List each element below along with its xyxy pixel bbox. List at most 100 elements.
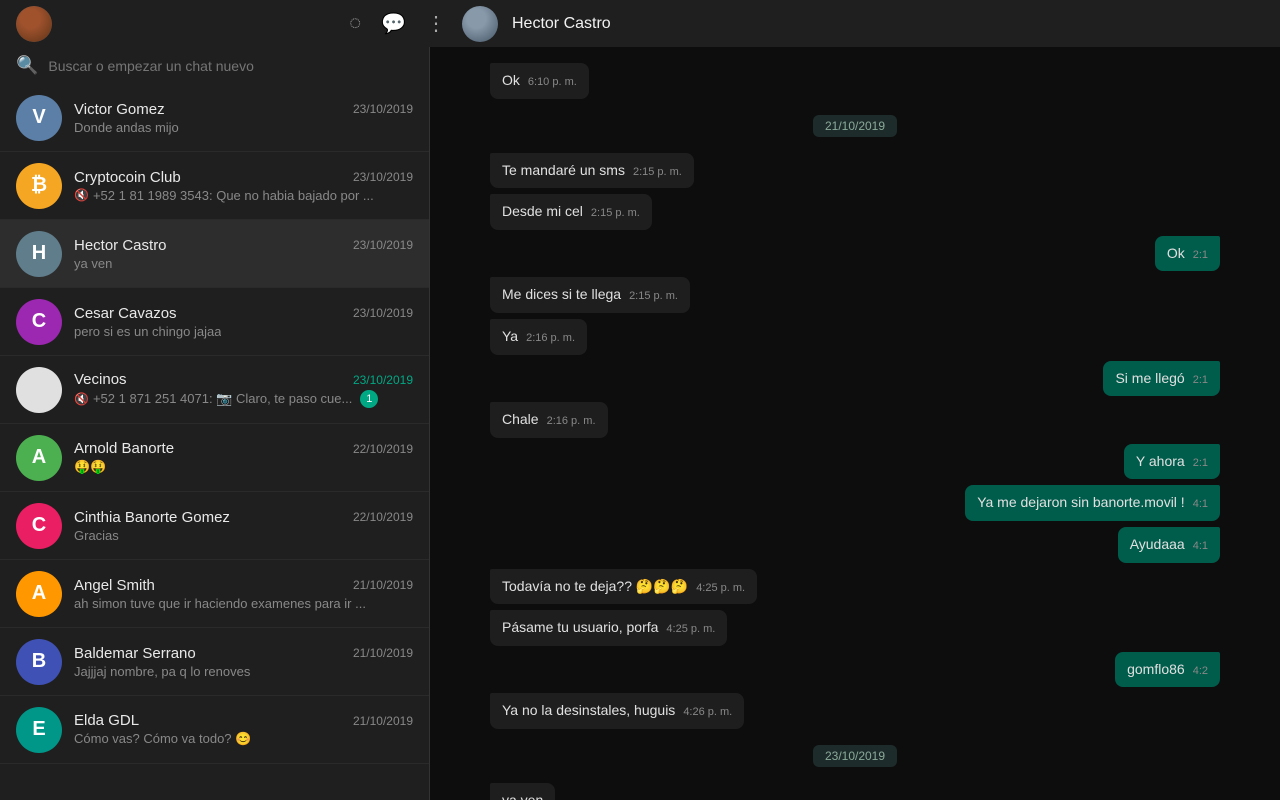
- contact-item-cesar-cavazos[interactable]: CCesar Cavazos23/10/2019pero si es un ch…: [0, 288, 429, 356]
- message-text: gomflo86: [1127, 661, 1185, 677]
- message-text: Te mandaré un sms: [502, 162, 625, 178]
- message-time: 4:1: [1193, 539, 1208, 554]
- contact-date: 23/10/2019: [353, 373, 413, 387]
- contact-item-vecinos[interactable]: Vecinos23/10/2019 🔇+52 1 871 251 4071: 📷 …: [0, 356, 429, 424]
- contact-preview: Gracias: [74, 528, 413, 543]
- message-time: 2:1: [1193, 373, 1208, 388]
- message-row: Ya2:16 p. m.: [490, 319, 1220, 355]
- contact-avatar: [16, 367, 62, 413]
- preview-text: Donde andas mijo: [74, 120, 179, 135]
- contact-name-row: Cesar Cavazos23/10/2019: [74, 305, 413, 322]
- contact-item-baldemar-serrano[interactable]: BBaldemar Serrano21/10/2019Jajjjaj nombr…: [0, 628, 429, 696]
- contact-preview: 🔇+52 1 871 251 4071: 📷 Claro, te paso cu…: [74, 390, 413, 408]
- message-time: 2:1: [1193, 248, 1208, 263]
- main-layout: 🔍 V Victor Gomez23/10/2019 Donde andas mij…: [0, 47, 1280, 800]
- contact-avatar: C: [16, 503, 62, 549]
- contact-info: Vecinos23/10/2019 🔇+52 1 871 251 4071: 📷 …: [74, 371, 413, 408]
- contact-name-row: Victor Gomez23/10/2019: [74, 101, 413, 118]
- unread-badge: 1: [360, 390, 378, 408]
- contact-info: Angel Smith21/10/2019 ah simon tuve que i…: [74, 577, 413, 611]
- contact-info: Baldemar Serrano21/10/2019 Jajjjaj nombre…: [74, 645, 413, 679]
- message-row: gomflo864:2: [490, 652, 1220, 688]
- message-bubble: Me dices si te llega2:15 p. m.: [490, 277, 690, 313]
- contact-avatar: A: [16, 571, 62, 617]
- message-row: Ayudaaa 4:1: [490, 527, 1220, 563]
- menu-icon[interactable]: ⋮: [426, 11, 446, 36]
- message-bubble: gomflo864:2: [1115, 652, 1220, 688]
- contact-name: Baldemar Serrano: [74, 645, 196, 662]
- message-time: 4:26 p. m.: [683, 705, 732, 720]
- chat-icon[interactable]: 💬: [381, 11, 406, 36]
- contact-preview: 🔇+52 1 81 1989 3543: Que no habia bajado…: [74, 188, 413, 203]
- message-row: Si me llegó2:1: [490, 361, 1220, 397]
- contact-name-row: Vecinos23/10/2019: [74, 371, 413, 388]
- status-icon[interactable]: ◌: [349, 12, 361, 35]
- message-row: Pásame tu usuario, porfa4:25 p. m.: [490, 610, 1220, 646]
- chat-header-avatar: [462, 6, 498, 42]
- user-avatar[interactable]: [16, 6, 52, 42]
- search-icon: 🔍: [16, 55, 38, 76]
- contact-item-hector-castro[interactable]: HHector Castro23/10/2019ya ven: [0, 220, 429, 288]
- topbar: ◌ 💬 ⋮ Hector Castro: [0, 0, 1280, 47]
- message-text: Ya: [502, 328, 518, 344]
- contact-name-row: Hector Castro23/10/2019: [74, 237, 413, 254]
- contact-item-victor-gomez[interactable]: V Victor Gomez23/10/2019 Donde andas mijo: [0, 84, 429, 152]
- contact-name: Cryptocoin Club: [74, 169, 181, 186]
- contact-avatar: ₿: [16, 163, 62, 209]
- date-divider: 21/10/2019: [490, 117, 1220, 135]
- message-time: 2:16 p. m.: [547, 414, 596, 429]
- contact-preview: 🤑🤑: [74, 459, 413, 475]
- contact-date: 22/10/2019: [353, 510, 413, 524]
- message-text: Desde mi cel: [502, 203, 583, 219]
- contact-item-cinthia-banorte[interactable]: CCinthia Banorte Gomez22/10/2019Gracias: [0, 492, 429, 560]
- contact-list: V Victor Gomez23/10/2019 Donde andas mijo ₿…: [0, 84, 429, 800]
- message-text: Ayudaaa: [1130, 536, 1185, 552]
- contact-name: Arnold Banorte: [74, 440, 174, 457]
- contact-name-row: Arnold Banorte22/10/2019: [74, 440, 413, 457]
- contact-avatar: A: [16, 435, 62, 481]
- message-bubble: Pásame tu usuario, porfa4:25 p. m.: [490, 610, 727, 646]
- chat-messages: Ok6:10 p. m.21/10/2019Te mandaré un sms2…: [430, 47, 1280, 800]
- message-time: 2:1: [1193, 456, 1208, 471]
- contact-item-elda-gdl[interactable]: E Elda GDL21/10/2019Cómo vas? Cómo va tod…: [0, 696, 429, 764]
- contact-preview: ah simon tuve que ir haciendo examenes p…: [74, 596, 413, 611]
- message-bubble: Ok2:1: [1155, 236, 1220, 272]
- message-text: Y ahora: [1136, 453, 1185, 469]
- message-row: Y ahora 2:1: [490, 444, 1220, 480]
- topbar-right: Hector Castro: [462, 6, 1264, 42]
- contact-avatar: H: [16, 231, 62, 277]
- message-text: Pásame tu usuario, porfa: [502, 619, 658, 635]
- contact-name: Cesar Cavazos: [74, 305, 177, 322]
- chat-area: Ok6:10 p. m.21/10/2019Te mandaré un sms2…: [430, 47, 1280, 800]
- date-label: 21/10/2019: [813, 115, 897, 137]
- contact-item-arnold-banorte[interactable]: A Arnold Banorte22/10/2019 🤑🤑: [0, 424, 429, 492]
- contact-info: Arnold Banorte22/10/2019 🤑🤑: [74, 440, 413, 475]
- contact-name-row: Cryptocoin Club23/10/2019: [74, 169, 413, 186]
- search-input[interactable]: [48, 58, 413, 74]
- contact-item-angel-smith[interactable]: A Angel Smith21/10/2019 ah simon tuve que …: [0, 560, 429, 628]
- topbar-actions: ◌ 💬 ⋮: [349, 11, 446, 36]
- contact-name: Angel Smith: [74, 577, 155, 594]
- preview-text: +52 1 81 1989 3543: Que no habia bajado …: [93, 188, 374, 203]
- contact-info: Cinthia Banorte Gomez22/10/2019Gracias: [74, 509, 413, 543]
- message-row: Desde mi cel2:15 p. m.: [490, 194, 1220, 230]
- contact-item-cryptocoin-club[interactable]: ₿ Cryptocoin Club23/10/2019 🔇+52 1 81 1989…: [0, 152, 429, 220]
- contact-preview: Donde andas mijo: [74, 120, 413, 135]
- contact-date: 23/10/2019: [353, 102, 413, 116]
- message-time: 4:25 p. m.: [696, 581, 745, 596]
- message-bubble: Desde mi cel2:15 p. m.: [490, 194, 652, 230]
- contact-name-row: Angel Smith21/10/2019: [74, 577, 413, 594]
- contact-avatar: E: [16, 707, 62, 753]
- contact-name-row: Baldemar Serrano21/10/2019: [74, 645, 413, 662]
- contact-info: Victor Gomez23/10/2019 Donde andas mijo: [74, 101, 413, 135]
- contact-avatar: V: [16, 95, 62, 141]
- contact-preview: Jajjjaj nombre, pa q lo renoves: [74, 664, 413, 679]
- message-text: ya ven: [502, 792, 543, 800]
- message-text: Ya me dejaron sin banorte.movil !: [977, 494, 1185, 510]
- contact-info: Elda GDL21/10/2019Cómo vas? Cómo va todo…: [74, 712, 413, 747]
- message-time: 2:15 p. m.: [633, 165, 682, 180]
- message-time: 6:10 p. m.: [528, 75, 577, 90]
- muted-icon: 🔇: [74, 392, 89, 406]
- message-time: 2:15 p. m.: [629, 289, 678, 304]
- preview-text: Gracias: [74, 528, 119, 543]
